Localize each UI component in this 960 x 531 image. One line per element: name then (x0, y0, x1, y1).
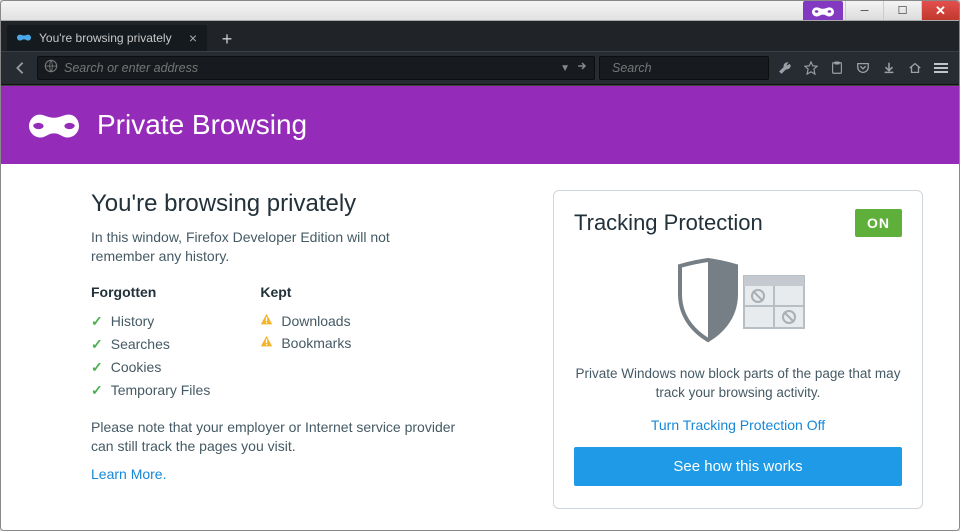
navigation-toolbar: ▼ (1, 51, 959, 85)
window-close-button[interactable]: ✕ (921, 1, 959, 20)
list-item: ✓Cookies (91, 356, 210, 379)
forgotten-heading: Forgotten (91, 284, 210, 300)
content-columns: You're browsing privately In this window… (1, 164, 959, 529)
tab-close-button[interactable]: × (189, 31, 197, 45)
search-bar[interactable] (599, 56, 769, 80)
downloads-icon[interactable] (877, 55, 901, 81)
forgotten-column: Forgotten ✓History ✓Searches ✓Cookies ✓T… (91, 284, 210, 402)
new-tab-button[interactable]: + (213, 27, 241, 51)
url-input[interactable] (64, 61, 554, 75)
tracking-protection-panel: Tracking Protection ON (553, 190, 923, 509)
private-mode-indicator (803, 1, 843, 20)
list-item: ✓Temporary Files (91, 379, 210, 402)
list-item: Bookmarks (260, 332, 351, 354)
toolbar-icons (773, 55, 953, 81)
search-input[interactable] (612, 61, 775, 75)
urlbar-dropdown-icon[interactable]: ▼ (560, 63, 570, 74)
kept-column: Kept Downloads Bookmarks (260, 284, 351, 402)
clipboard-icon[interactable] (825, 55, 849, 81)
turn-off-link[interactable]: Turn Tracking Protection Off (574, 417, 902, 433)
private-tab-icon (17, 31, 31, 46)
hero-banner: Private Browsing (1, 86, 959, 164)
os-titlebar: ─ ☐ ✕ (1, 1, 959, 21)
disclaimer-note: Please note that your employer or Intern… (91, 418, 471, 456)
check-icon: ✓ (91, 313, 103, 330)
check-icon: ✓ (91, 359, 103, 376)
kept-heading: Kept (260, 284, 351, 300)
window-maximize-button[interactable]: ☐ (883, 1, 921, 20)
warning-icon (260, 313, 273, 329)
check-icon: ✓ (91, 382, 103, 399)
tracking-illustration (574, 251, 902, 351)
home-icon[interactable] (903, 55, 927, 81)
pocket-icon[interactable] (851, 55, 875, 81)
go-arrow-icon[interactable] (576, 59, 588, 77)
menu-hamburger-icon[interactable] (929, 55, 953, 81)
list-item: Downloads (260, 310, 351, 332)
panel-description: Private Windows now block parts of the p… (574, 365, 902, 403)
tab-title: You're browsing privately (39, 31, 181, 45)
window-minimize-button[interactable]: ─ (845, 1, 883, 20)
status-badge: ON (855, 209, 902, 237)
url-bar[interactable]: ▼ (37, 56, 595, 80)
learn-more-link[interactable]: Learn More. (91, 466, 166, 482)
browser-tab[interactable]: You're browsing privately × (7, 25, 207, 51)
globe-icon (44, 59, 58, 78)
page-heading: You're browsing privately (91, 190, 523, 218)
back-button[interactable] (7, 55, 33, 81)
panel-heading: Tracking Protection (574, 210, 763, 236)
see-how-button[interactable]: See how this works (574, 447, 902, 486)
list-item: ✓History (91, 310, 210, 333)
bookmark-star-icon[interactable] (799, 55, 823, 81)
warning-icon (260, 335, 273, 351)
mask-icon (29, 110, 79, 140)
check-icon: ✓ (91, 336, 103, 353)
devtools-icon[interactable] (773, 55, 797, 81)
content-viewport: Private Browsing You're browsing private… (1, 85, 959, 530)
hero-title: Private Browsing (97, 109, 307, 141)
tab-strip: You're browsing privately × + (1, 21, 959, 51)
intro-text: In this window, Firefox Developer Editio… (91, 228, 451, 266)
browser-window: ─ ☐ ✕ You're browsing privately × + ▼ (0, 0, 960, 531)
left-column: You're browsing privately In this window… (91, 190, 523, 509)
list-item: ✓Searches (91, 333, 210, 356)
